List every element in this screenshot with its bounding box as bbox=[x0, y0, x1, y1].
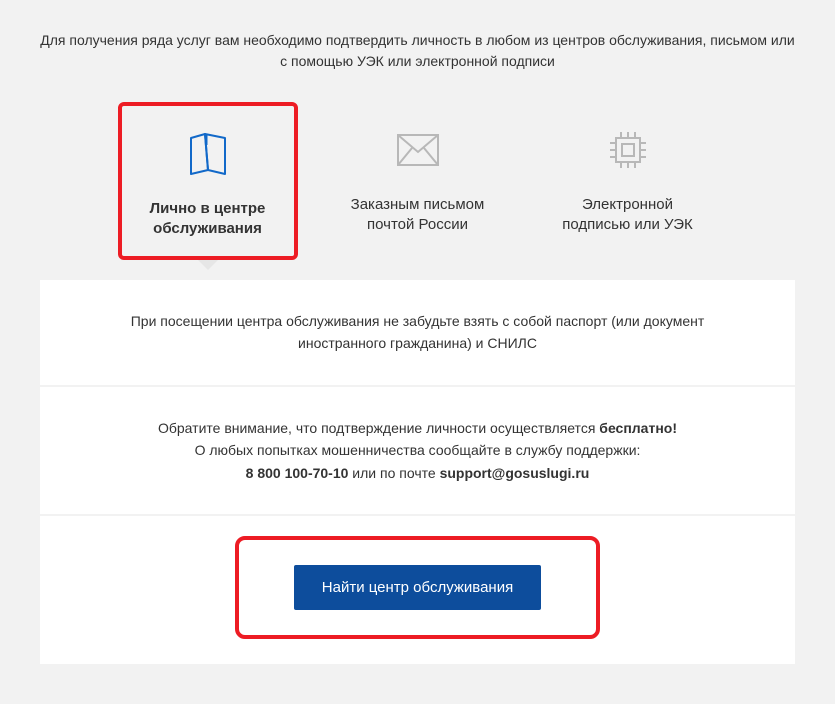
support-email: support@gosuslugi.ru bbox=[440, 465, 590, 481]
button-highlight: Найти центр обслуживания bbox=[235, 536, 600, 639]
option-in-person[interactable]: Лично в центре обслуживания bbox=[118, 102, 298, 260]
envelope-icon bbox=[338, 122, 498, 177]
find-center-button[interactable]: Найти центр обслуживания bbox=[294, 565, 541, 610]
intro-text: Для получения ряда услуг вам необходимо … bbox=[40, 30, 795, 72]
option-in-person-label: Лично в центре обслуживания bbox=[132, 199, 284, 238]
map-icon bbox=[132, 126, 284, 181]
support-phone: 8 800 100-70-10 bbox=[246, 465, 349, 481]
option-mail[interactable]: Заказным письмом почтой России bbox=[328, 102, 508, 260]
option-mail-label: Заказным письмом почтой России bbox=[338, 195, 498, 234]
cta-section: Найти центр обслуживания bbox=[40, 516, 795, 664]
notice-bold: бесплатно! bbox=[599, 420, 677, 436]
support-mid: или по почте bbox=[348, 465, 439, 481]
fraud-line: О любых попытках мошенничества сообщайте… bbox=[100, 439, 735, 461]
option-esignature[interactable]: Электронной подписью или УЭК bbox=[538, 102, 718, 260]
reminder-text: При посещении центра обслуживания не заб… bbox=[131, 313, 705, 351]
option-esign-label: Электронной подписью или УЭК bbox=[548, 195, 708, 234]
verification-options: Лично в центре обслуживания Заказным пис… bbox=[40, 102, 795, 260]
notice-pre: Обратите внимание, что подтверждение лич… bbox=[158, 420, 599, 436]
notice-section: Обратите внимание, что подтверждение лич… bbox=[40, 387, 795, 516]
chip-icon bbox=[548, 122, 708, 177]
reminder-section: При посещении центра обслуживания не заб… bbox=[40, 280, 795, 387]
info-panel: При посещении центра обслуживания не заб… bbox=[40, 280, 795, 664]
